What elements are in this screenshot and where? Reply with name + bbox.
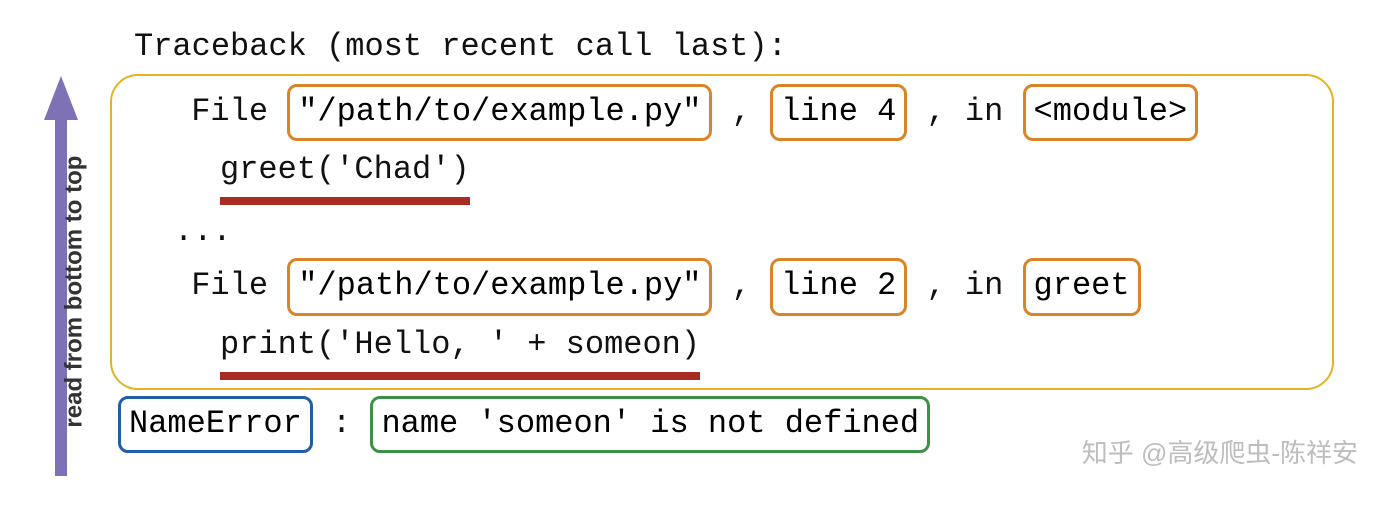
function-name-box: greet <box>1023 258 1141 316</box>
file-path-box: "/path/to/example.py" <box>287 258 712 316</box>
frame-1-line: File "/path/to/example.py" , line 2 , in… <box>130 256 1314 316</box>
exception-message-box: name 'someon' is not defined <box>370 396 930 454</box>
source-line: print('Hello, ' + someon) <box>220 320 700 380</box>
watermark: 知乎 @高级爬虫-陈祥安 <box>1082 433 1358 473</box>
separator: , <box>732 93 770 130</box>
diagram-root: read from bottom to top Traceback (most … <box>0 0 1374 479</box>
file-keyword: File <box>191 267 287 304</box>
source-line: greet('Chad') <box>220 145 470 205</box>
frame-1-source: print('Hello, ' + someon) <box>130 316 1314 382</box>
stack-frames-box: File "/path/to/example.py" , line 4 , in… <box>110 74 1334 390</box>
frame-0-line: File "/path/to/example.py" , line 4 , in… <box>130 82 1314 142</box>
file-path-box: "/path/to/example.py" <box>287 84 712 142</box>
read-direction-arrow: read from bottom to top <box>30 80 94 480</box>
exception-type-box: NameError <box>118 396 313 454</box>
frames-ellipsis: ... <box>174 207 1314 257</box>
separator: , in <box>927 267 1023 304</box>
arrow-caption: read from bottom to top <box>55 155 92 427</box>
frame-0-source: greet('Chad') <box>130 141 1314 207</box>
line-number-box: line 4 <box>770 84 907 142</box>
function-name-box: <module> <box>1023 84 1199 142</box>
separator: , <box>732 267 770 304</box>
file-keyword: File <box>191 93 287 130</box>
separator: , in <box>927 93 1023 130</box>
traceback-header: Traceback (most recent call last): <box>134 22 1334 72</box>
line-number-box: line 2 <box>770 258 907 316</box>
separator: : <box>332 405 370 442</box>
